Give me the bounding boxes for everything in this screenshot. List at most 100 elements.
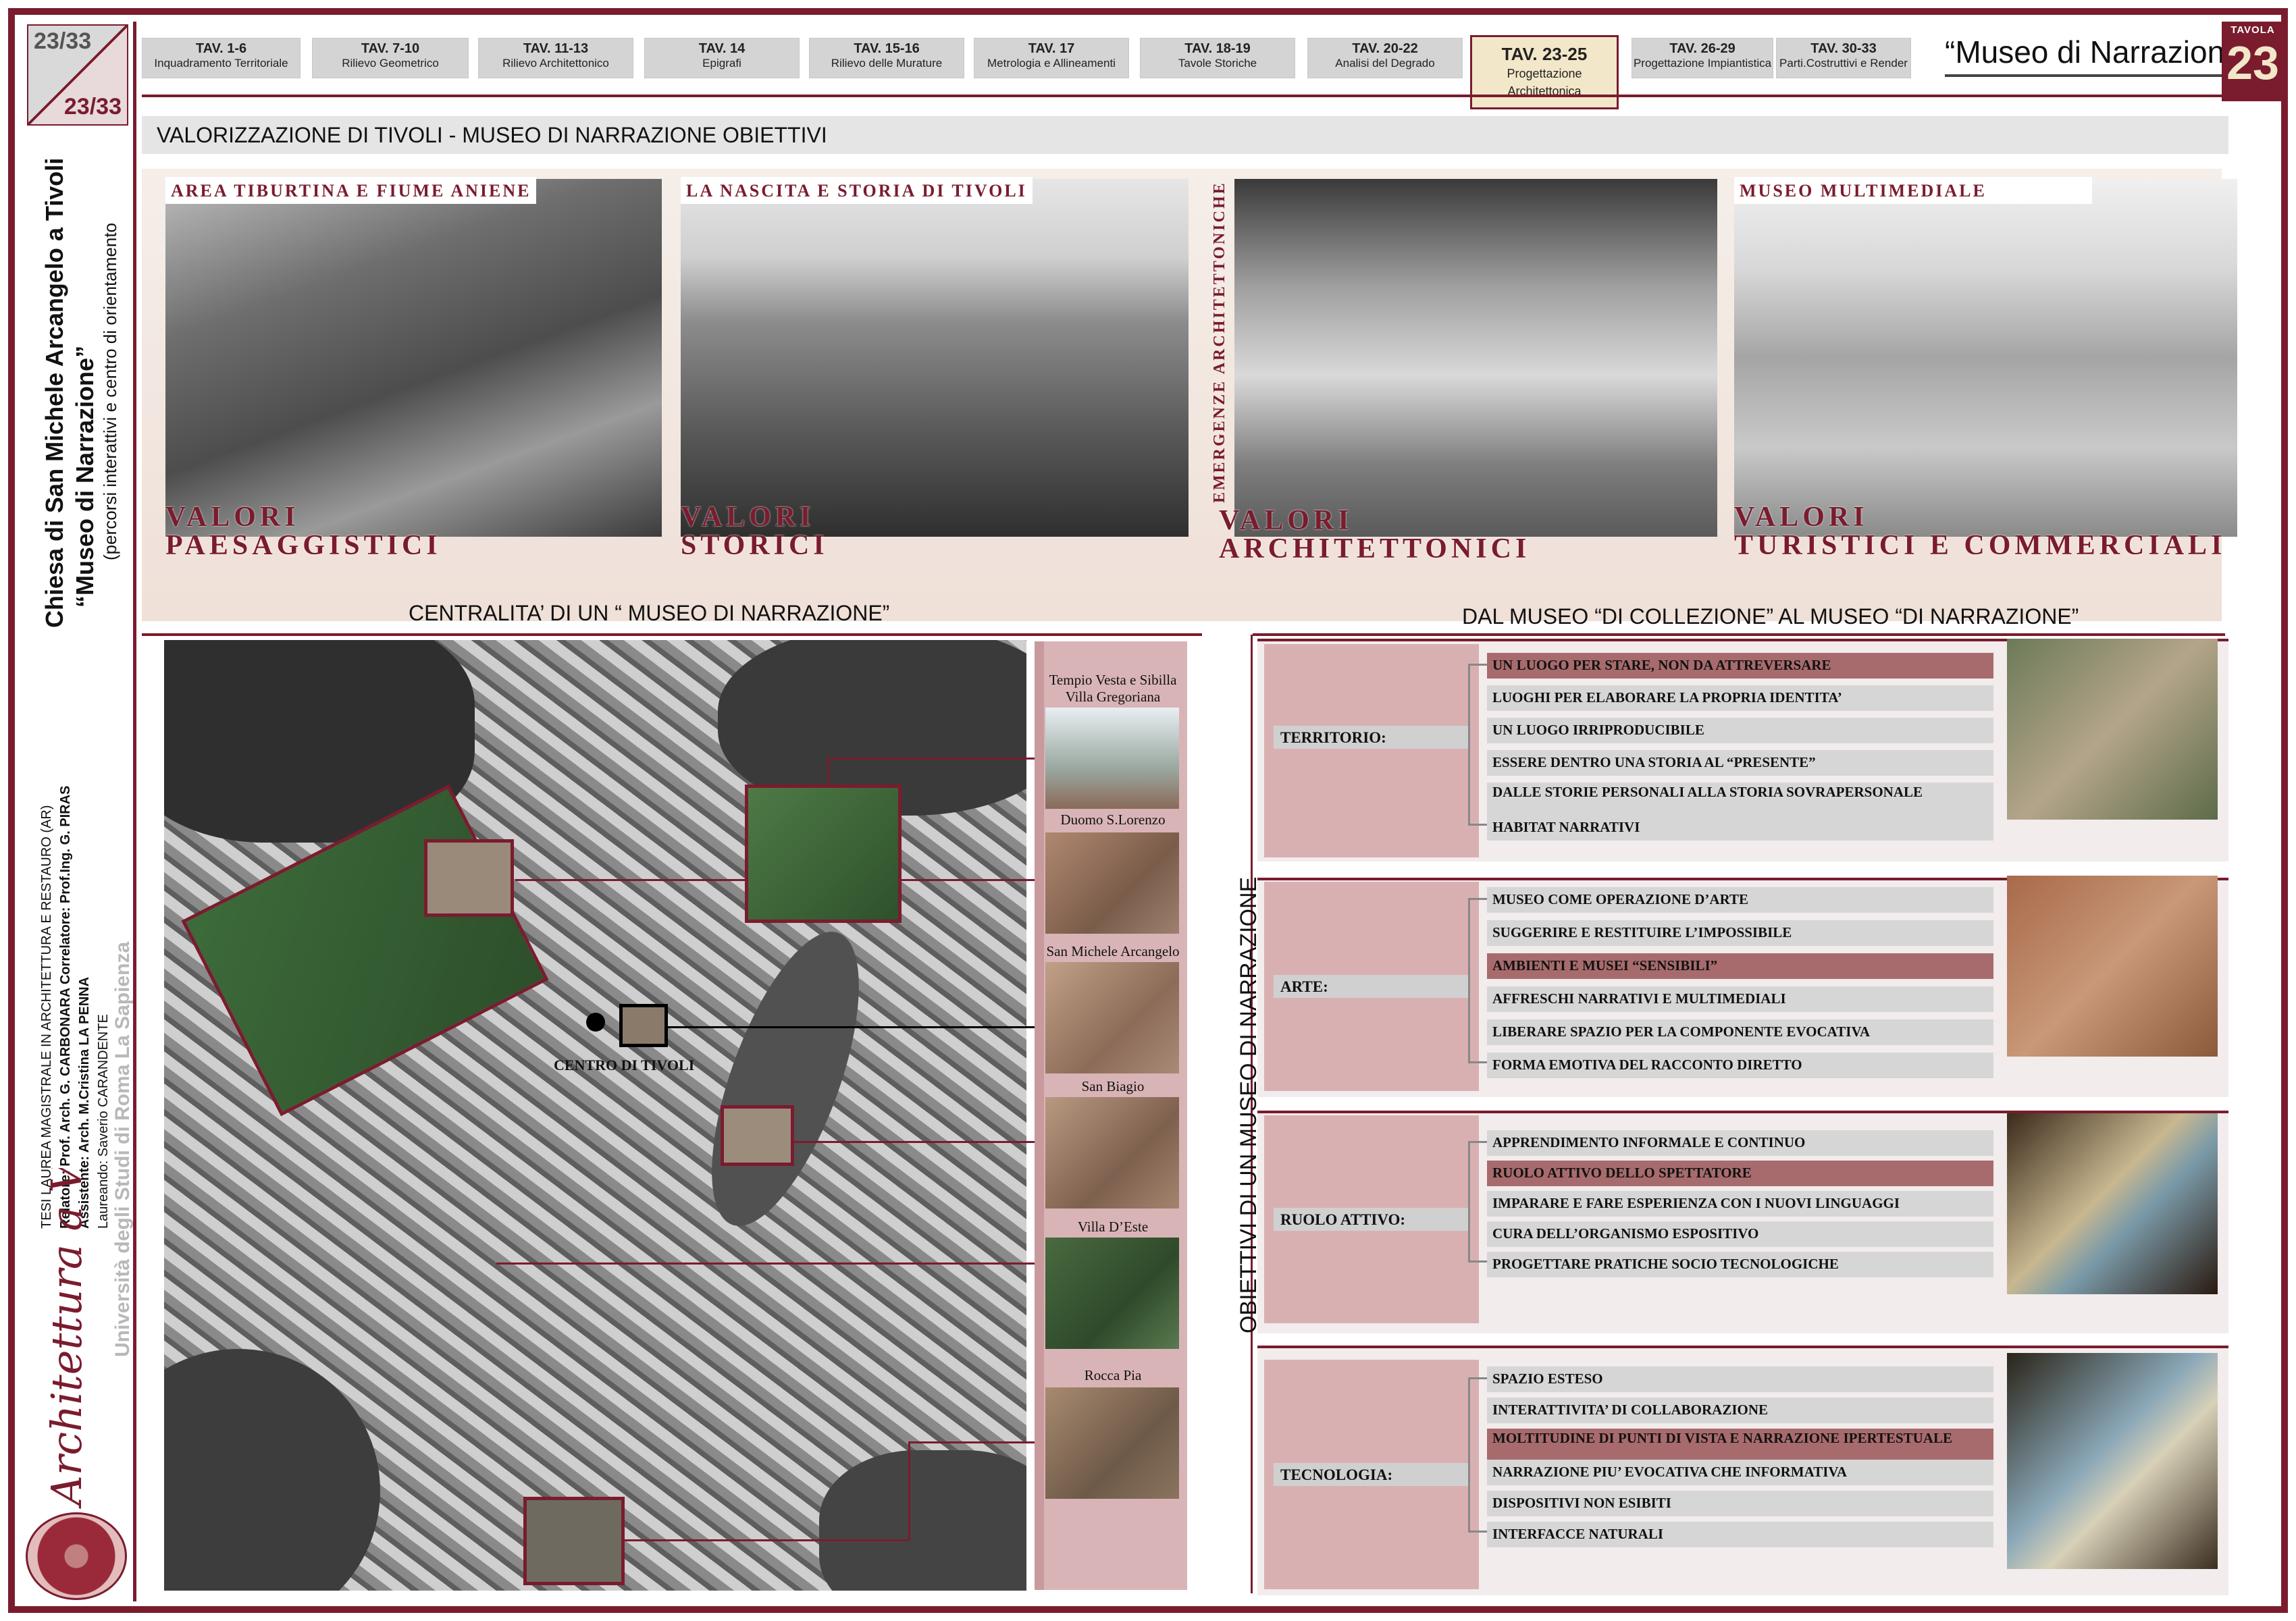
photo-label-2: LA NASCITA E STORIA DI TIVOLI [681, 177, 1033, 204]
tab-1[interactable]: TAV. 1-6 Inquadramento Territoriale [142, 38, 301, 78]
aerial-map [164, 640, 1026, 1591]
tavola-badge: TAVOLA 23 [2222, 22, 2284, 101]
tab-9[interactable]: TAV. 23-25 Progettazione Architettonica [1470, 35, 1619, 109]
objective-category-panel: TECNOLOGIA: [1264, 1360, 1479, 1589]
objective-photo [2007, 1353, 2218, 1569]
tab-name: Analisi del Degrado [1335, 57, 1435, 70]
map-leader-4 [794, 1141, 1043, 1143]
objectives-banner: VALORIZZAZIONE DI TIVOLI - MUSEO DI NARR… [142, 116, 2228, 154]
objective-item: DISPOSITIVI NON ESIBITI [1487, 1491, 1993, 1516]
logo-text: Architettura a Valle Giulia [42, 1168, 91, 1509]
tab-name: Parti.Costruttivi e Render [1779, 57, 1908, 70]
ref-label-1: Tempio Vesta e Sibilla Villa Gregoriana [1049, 672, 1177, 705]
value-label-1: VALORI PAESAGGISTICI [165, 502, 442, 561]
objective-item: AMBIENTI E MUSEI “SENSIBILI” [1487, 953, 1993, 979]
photo-landscape [165, 179, 662, 537]
objective-item: RUOLO ATTIVO DELLO SPETTATORE [1487, 1161, 1993, 1186]
objective-category-panel: RUOLO ATTIVO: [1264, 1115, 1479, 1323]
tavola-label: TAVOLA [2230, 24, 2275, 36]
objective-item: SUGGERIRE E RESTITUIRE L’IMPOSSIBILE [1487, 920, 1993, 946]
objective-category-panel: ARTE: [1264, 882, 1479, 1091]
tab-name: Epigrafi [702, 57, 741, 70]
objective-item: UN LUOGO IRRIPRODUCIBILE [1487, 718, 1993, 743]
university-name: Università degli Studi di Roma La Sapien… [111, 941, 134, 1357]
ref-label-2: Duomo S.Lorenzo [1060, 812, 1166, 828]
ref-label-4: San Biagio [1081, 1078, 1145, 1094]
ref-label-3: San Michele Arcangelo [1046, 943, 1180, 959]
tab-code: TAV. 7-10 [361, 41, 420, 56]
bracket-icon [1468, 898, 1487, 1063]
tab-code: TAV. 23-25 [1501, 44, 1588, 64]
objective-item: MOLTITUDINE DI PUNTI DI VISTA E NARRAZIO… [1487, 1429, 1993, 1464]
objective-item: AFFRESCHI NARRATIVI E MULTIMEDIALI [1487, 986, 1993, 1012]
objective-item: HABITAT NARRATIVI [1487, 815, 1993, 841]
page-number-a: 23/33 [34, 28, 92, 54]
objective-item: LUOGHI PER ELABORARE LA PROPRIA IDENTITA… [1487, 685, 1993, 711]
tab-11[interactable]: TAV. 30-33 Parti.Costruttivi e Render [1776, 38, 1911, 78]
tab-7[interactable]: TAV. 18-19 Tavole Storiche [1140, 38, 1295, 78]
map-box-tempio-vesta [745, 785, 902, 923]
photo-label-4: MUSEO MULTIMEDIALE [1734, 177, 2092, 204]
tab-8[interactable]: TAV. 20-22 Analisi del Degrado [1307, 38, 1463, 78]
photo-history [681, 179, 1189, 537]
tab-2[interactable]: TAV. 7-10 Rilievo Geometrico [312, 38, 469, 78]
objective-item: PROGETTARE PRATICHE SOCIO TECNOLOGICHE [1487, 1252, 1993, 1277]
ref-photo-5 [1045, 1238, 1179, 1349]
photo-label-1: AREA TIBURTINA E FIUME ANIENE [165, 177, 537, 204]
tavola-number: 23 [2226, 36, 2279, 89]
tab-code: TAV. 18-19 [1184, 41, 1251, 56]
tab-4[interactable]: TAV. 14 Epigrafi [644, 38, 800, 78]
ref-photo-3 [1045, 962, 1179, 1073]
assistente: Assistente: Arch. M.Cristina LA PENNA [77, 976, 92, 1229]
map-leader-6 [908, 1441, 1043, 1443]
tab-code: TAV. 17 [1028, 41, 1075, 56]
objective-item: MUSEO COME OPERAZIONE D’ARTE [1487, 887, 1993, 913]
tab-code: TAV. 14 [698, 41, 746, 56]
ref-label-6: Rocca Pia [1084, 1367, 1142, 1383]
page-counter: 23/33 23/33 [27, 24, 128, 126]
ref-photo-6 [1045, 1387, 1179, 1499]
project-title: Chiesa di San Michele Arcangelo a Tivoli [41, 157, 68, 628]
header-title: “Museo di Narrazione” [1945, 34, 2253, 77]
tab-name: Rilievo delle Murature [831, 57, 943, 70]
objective-item: LIBERARE SPAZIO PER LA COMPONENTE EVOCAT… [1487, 1019, 1993, 1045]
objective-item: APPRENDIMENTO INFORMALE E CONTINUO [1487, 1130, 1993, 1156]
objective-item: INTERATTIVITA’ DI COLLABORAZIONE [1487, 1398, 1993, 1423]
objective-item: SPAZIO ESTESO [1487, 1366, 1993, 1392]
objective-category-panel: TERRITORIO: [1264, 644, 1479, 857]
tab-code: TAV. 30-33 [1810, 41, 1877, 56]
map-leader-6c [625, 1539, 908, 1541]
tab-code: TAV. 15-16 [854, 41, 920, 56]
tab-3[interactable]: TAV. 11-13 Rilievo Architettonico [478, 38, 633, 78]
objective-item: UN LUOGO PER STARE, NON DA ATTREVERSARE [1487, 653, 1993, 679]
objective-group: TECNOLOGIA: SPAZIO ESTESO INTERATTIVITA’ D… [1257, 1346, 2228, 1595]
objective-item: DALLE STORIE PERSONALI ALLA STORIA SOVRA… [1487, 782, 1993, 818]
tab-5[interactable]: TAV. 15-16 Rilievo delle Murature [809, 38, 964, 78]
photo-architecture [1234, 179, 1717, 537]
map-leader-6b [908, 1441, 910, 1541]
project-subtitle: “Museo di Narrazione” [71, 345, 99, 608]
objective-item: INTERFACCE NATURALI [1487, 1522, 1993, 1547]
bracket-icon [1468, 1141, 1487, 1263]
tavola-tabs: TAV. 1-6 Inquadramento Territoriale TAV. 7… [142, 34, 1911, 109]
tab-name: Inquadramento Territoriale [154, 57, 288, 70]
map-leader-1 [827, 758, 829, 785]
tab-code: TAV. 26-29 [1669, 41, 1736, 56]
map-box-duomo [424, 839, 514, 917]
objective-category-label: TECNOLOGIA: [1274, 1463, 1469, 1486]
value-label-3: VALORI ARCHITETTONICI [1219, 505, 1531, 564]
section-divider-left [142, 633, 1202, 636]
faculty-logo: Architettura a Valle Giulia [42, 1168, 91, 1509]
tab-10[interactable]: TAV. 26-29 Progettazione Impiantistica [1632, 38, 1773, 78]
map-leader-2b [902, 879, 1043, 881]
objective-category-label: RUOLO ATTIVO: [1274, 1208, 1469, 1231]
center-marker-icon [586, 1013, 605, 1032]
value-label-4: VALORI TURISTICI E COMMERCIALI [1734, 502, 2226, 561]
ref-photo-4 [1045, 1097, 1179, 1208]
tab-name: Metrologia e Allineamenti [987, 57, 1116, 70]
map-leader-1b [827, 758, 1043, 760]
university-seal-icon [26, 1512, 127, 1600]
tab-name: Rilievo Geometrico [342, 57, 439, 70]
tab-name: Rilievo Architettonico [502, 57, 609, 70]
tab-6[interactable]: TAV. 17 Metrologia e Allineamenti [974, 38, 1129, 78]
